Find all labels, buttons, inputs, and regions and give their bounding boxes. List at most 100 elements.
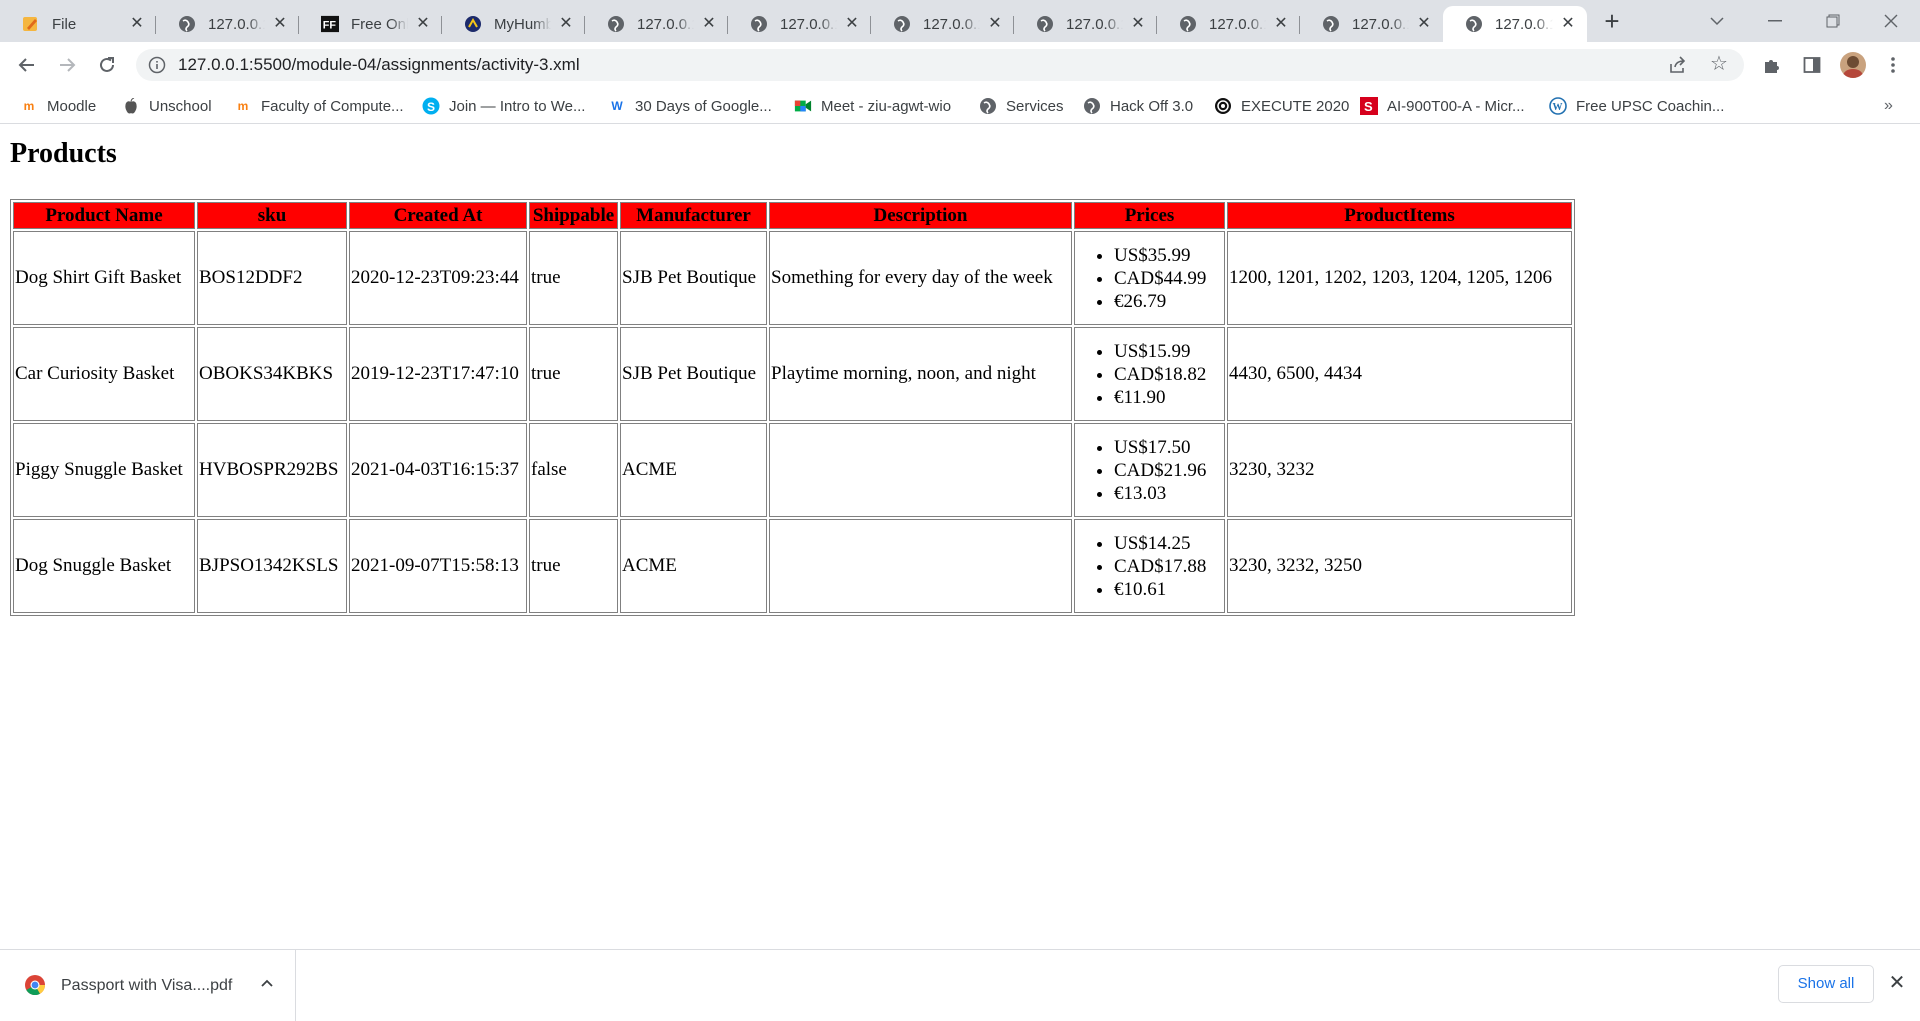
browser-tab[interactable]: 127.0.0.1: ✕ [585, 6, 728, 42]
manufacturer-cell: ACME [620, 423, 767, 517]
shippable-cell: true [529, 231, 618, 325]
table-row: Car Curiosity Basket OBOKS34KBKS 2019-12… [13, 327, 1572, 421]
close-tab-icon[interactable]: ✕ [1559, 15, 1577, 33]
bookmark-item[interactable]: W 30 Days of Google... [608, 88, 771, 124]
product-items-cell: 3230, 3232 [1227, 423, 1572, 517]
prices-cell: US$15.99 CAD$18.82 €11.90 [1074, 327, 1225, 421]
column-header: Description [769, 202, 1072, 229]
profile-avatar[interactable] [1840, 52, 1866, 78]
browser-tab[interactable]: 127.0.0.1: ✕ [1157, 6, 1300, 42]
bookmark-item[interactable]: Unschool [122, 88, 212, 124]
created-at-cell: 2019-12-23T17:47:10 [349, 327, 527, 421]
more-bookmarks-button[interactable]: » [1884, 88, 1893, 124]
bookmark-item[interactable]: Meet - ziu-agwt-wio [794, 88, 951, 124]
price-item: CAD$44.99 [1114, 267, 1223, 290]
bookmark-item[interactable]: Services [979, 88, 1064, 124]
product-name-cell: Dog Snuggle Basket [13, 519, 195, 613]
column-header: Prices [1074, 202, 1225, 229]
share-icon[interactable] [1668, 55, 1688, 75]
tab-title: File [52, 15, 77, 33]
restore-icon[interactable] [1810, 0, 1856, 42]
prices-cell: US$17.50 CAD$21.96 €13.03 [1074, 423, 1225, 517]
bookmark-label: Services [1006, 97, 1064, 115]
browser-tab[interactable]: 127.0.0.1: ✕ [871, 6, 1014, 42]
manufacturer-cell: ACME [620, 519, 767, 613]
close-tab-icon[interactable]: ✕ [986, 15, 1004, 33]
url-text[interactable]: 127.0.0.1:5500/module-04/assignments/act… [178, 49, 580, 81]
close-tab-icon[interactable]: ✕ [700, 15, 718, 33]
browser-tab[interactable]: FF Free Onli ✕ [299, 6, 442, 42]
browser-tab-active[interactable]: 127.0.0.1: ✕ [1443, 6, 1587, 42]
minimize-icon[interactable] [1752, 0, 1798, 42]
tab-title: 127.0.0.1: [923, 15, 980, 33]
globe-icon [178, 15, 196, 33]
tab-title: 127.0.0.1: [1495, 15, 1553, 33]
address-bar[interactable]: 127.0.0.1:5500/module-04/assignments/act… [136, 49, 1744, 81]
globe-icon [1465, 15, 1483, 33]
back-arrow-icon[interactable] [12, 50, 42, 80]
bookmark-item[interactable]: Hack Off 3.0 [1083, 88, 1193, 124]
shippable-cell: false [529, 423, 618, 517]
close-tab-icon[interactable]: ✕ [843, 15, 861, 33]
chevron-up-icon[interactable] [258, 974, 276, 992]
sku-cell: HVBOSPR292BS [197, 423, 347, 517]
google-meet-icon [794, 97, 812, 115]
forward-arrow-icon[interactable] [52, 50, 82, 80]
browser-tab[interactable]: 127.0.0.1: ✕ [728, 6, 871, 42]
close-shelf-icon[interactable]: ✕ [1886, 972, 1908, 994]
bookmark-label: AI-900T00-A - Micr... [1387, 97, 1525, 115]
product-items-cell: 4430, 6500, 4434 [1227, 327, 1572, 421]
tab-search-icon[interactable] [1694, 0, 1740, 42]
close-tab-icon[interactable]: ✕ [557, 15, 575, 33]
extensions-puzzle-icon[interactable] [1759, 52, 1785, 78]
bookmark-item[interactable]: m Faculty of Compute... [234, 88, 404, 124]
svg-text:S: S [427, 100, 435, 114]
close-tab-icon[interactable]: ✕ [414, 15, 432, 33]
product-name-cell: Dog Shirt Gift Basket [13, 231, 195, 325]
download-item[interactable]: Passport with Visa....pdf [0, 950, 296, 1021]
skype-icon: S [422, 97, 440, 115]
reload-icon[interactable] [92, 50, 122, 80]
show-all-button[interactable]: Show all [1778, 965, 1874, 1003]
close-tab-icon[interactable]: ✕ [1415, 15, 1433, 33]
tab-title: 127.0.0.1: [780, 15, 837, 33]
browser-tab[interactable]: 127.0.0.1: ✕ [156, 6, 299, 42]
bookmark-label: Moodle [47, 97, 97, 115]
close-window-icon[interactable] [1868, 0, 1914, 42]
bookmark-item[interactable]: EXECUTE 2020 [1214, 88, 1349, 124]
bookmark-label: Hack Off 3.0 [1110, 97, 1194, 115]
globe-icon [1036, 15, 1054, 33]
bookmark-item[interactable]: W Free UPSC Coachin... [1549, 88, 1724, 124]
description-cell [769, 519, 1072, 613]
column-header: Manufacturer [620, 202, 767, 229]
table-row: Dog Snuggle Basket BJPSO1342KSLS 2021-09… [13, 519, 1572, 613]
chrome-logo-icon [24, 974, 46, 996]
product-items-cell: 1200, 1201, 1202, 1203, 1204, 1205, 1206 [1227, 231, 1572, 325]
side-panel-icon[interactable] [1799, 52, 1825, 78]
close-tab-icon[interactable]: ✕ [1129, 15, 1147, 33]
price-item: US$17.50 [1114, 436, 1223, 459]
new-tab-button[interactable]: + [1597, 6, 1627, 36]
product-items-cell: 3230, 3232, 3250 [1227, 519, 1572, 613]
price-list: US$15.99 CAD$18.82 €11.90 [1076, 340, 1223, 409]
browser-tab[interactable]: File ✕ [0, 6, 156, 42]
browser-tab[interactable]: MyHumb ✕ [442, 6, 585, 42]
browser-tab[interactable]: 127.0.0.1: ✕ [1300, 6, 1443, 42]
close-tab-icon[interactable]: ✕ [1272, 15, 1290, 33]
myhumber-icon [464, 15, 482, 33]
bookmark-star-icon[interactable]: ☆ [1708, 53, 1730, 75]
bookmark-item[interactable]: S Join — Intro to We... [422, 88, 585, 124]
description-cell: Something for every day of the week [769, 231, 1072, 325]
browser-tab[interactable]: 127.0.0.1: ✕ [1014, 6, 1157, 42]
sku-cell: OBOKS34KBKS [197, 327, 347, 421]
close-tab-icon[interactable]: ✕ [128, 15, 146, 33]
site-info-icon[interactable] [148, 56, 166, 74]
kebab-menu-icon[interactable] [1880, 52, 1906, 78]
bookmark-item[interactable]: m Moodle [20, 88, 97, 124]
bookmark-item[interactable]: S AI-900T00-A - Micr... [1360, 88, 1525, 124]
column-header: sku [197, 202, 347, 229]
price-item: CAD$21.96 [1114, 459, 1223, 482]
bookmark-label: Free UPSC Coachin... [1576, 97, 1725, 115]
close-tab-icon[interactable]: ✕ [271, 15, 289, 33]
globe-icon [1083, 97, 1101, 115]
